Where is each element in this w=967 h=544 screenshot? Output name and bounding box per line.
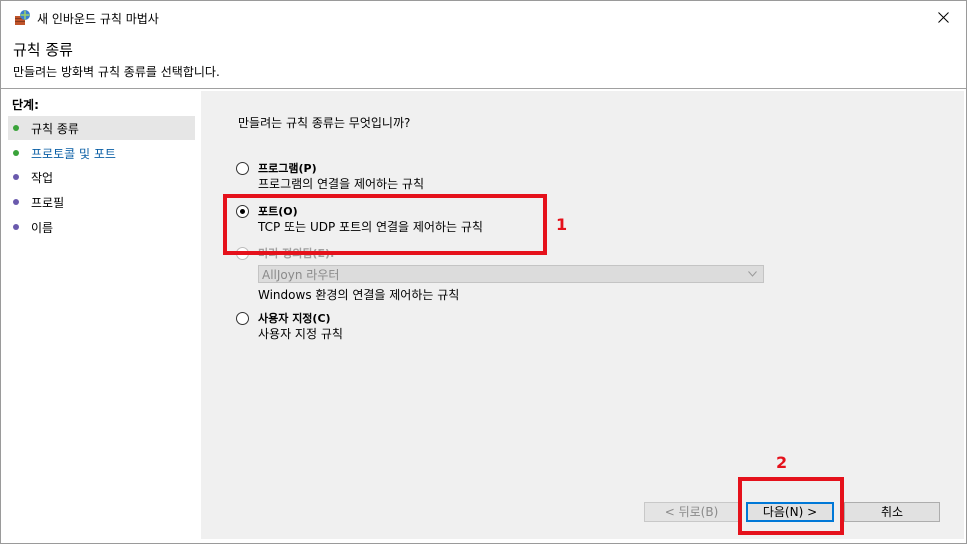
step-label: 이름	[31, 220, 54, 235]
title-bar: 새 인바운드 규칙 마법사	[1, 1, 966, 33]
option-description: Windows 환경의 연결을 제어하는 규칙	[258, 288, 460, 302]
wizard-window: 새 인바운드 규칙 마법사 규칙 종류 만들려는 방화벽 규칙 종류를 선택합니…	[0, 0, 967, 544]
step-complete-icon	[13, 125, 19, 131]
close-button[interactable]	[920, 1, 966, 33]
step-label: 작업	[31, 170, 54, 185]
back-button[interactable]: < 뒤로(B)	[644, 502, 739, 522]
step-action[interactable]: 작업	[8, 165, 195, 189]
annotation-box-1	[223, 194, 547, 255]
step-label: 프로필	[31, 195, 65, 210]
close-icon	[937, 11, 949, 23]
step-pending-icon	[13, 174, 19, 180]
annotation-box-2	[738, 477, 844, 535]
wizard-header: 규칙 종류 만들려는 방화벽 규칙 종류를 선택합니다.	[1, 33, 966, 88]
steps-panel: 단계: 규칙 종류 프로토콜 및 포트 작업 프로필 이름	[4, 91, 199, 539]
step-current-icon	[13, 150, 19, 156]
step-pending-icon	[13, 224, 19, 230]
step-label: 규칙 종류	[31, 121, 79, 136]
step-protocol-ports[interactable]: 프로토콜 및 포트	[8, 141, 195, 165]
annotation-number-2: 2	[776, 453, 788, 472]
firewall-app-icon	[14, 9, 31, 26]
page-description: 만들려는 방화벽 규칙 종류를 선택합니다.	[13, 65, 220, 79]
program-radio[interactable]	[236, 162, 249, 175]
step-label: 프로토콜 및 포트	[31, 146, 116, 161]
header-divider	[1, 88, 966, 89]
dropdown-value: AllJoyn 라우터	[262, 268, 340, 282]
option-label: 프로그램(P)	[258, 162, 317, 175]
chevron-down-icon	[748, 271, 757, 277]
custom-radio[interactable]	[236, 312, 249, 325]
page-title: 규칙 종류	[13, 41, 73, 59]
option-label: 사용자 지정(C)	[258, 312, 331, 325]
annotation-number-1: 1	[556, 215, 568, 234]
rule-type-question: 만들려는 규칙 종류는 무엇입니까?	[238, 116, 411, 130]
cancel-button[interactable]: 취소	[844, 502, 940, 522]
steps-title: 단계:	[12, 98, 39, 112]
option-description: 사용자 지정 규칙	[258, 327, 343, 341]
window-title: 새 인바운드 규칙 마법사	[37, 12, 159, 26]
step-name[interactable]: 이름	[8, 215, 195, 239]
step-pending-icon	[13, 199, 19, 205]
step-profile[interactable]: 프로필	[8, 190, 195, 214]
option-description: 프로그램의 연결을 제어하는 규칙	[258, 177, 425, 191]
content-panel: 만들려는 규칙 종류는 무엇입니까? 프로그램(P) 프로그램의 연결을 제어하…	[201, 91, 964, 539]
predefined-dropdown[interactable]: AllJoyn 라우터	[258, 265, 764, 283]
step-rule-type[interactable]: 규칙 종류	[8, 116, 195, 140]
